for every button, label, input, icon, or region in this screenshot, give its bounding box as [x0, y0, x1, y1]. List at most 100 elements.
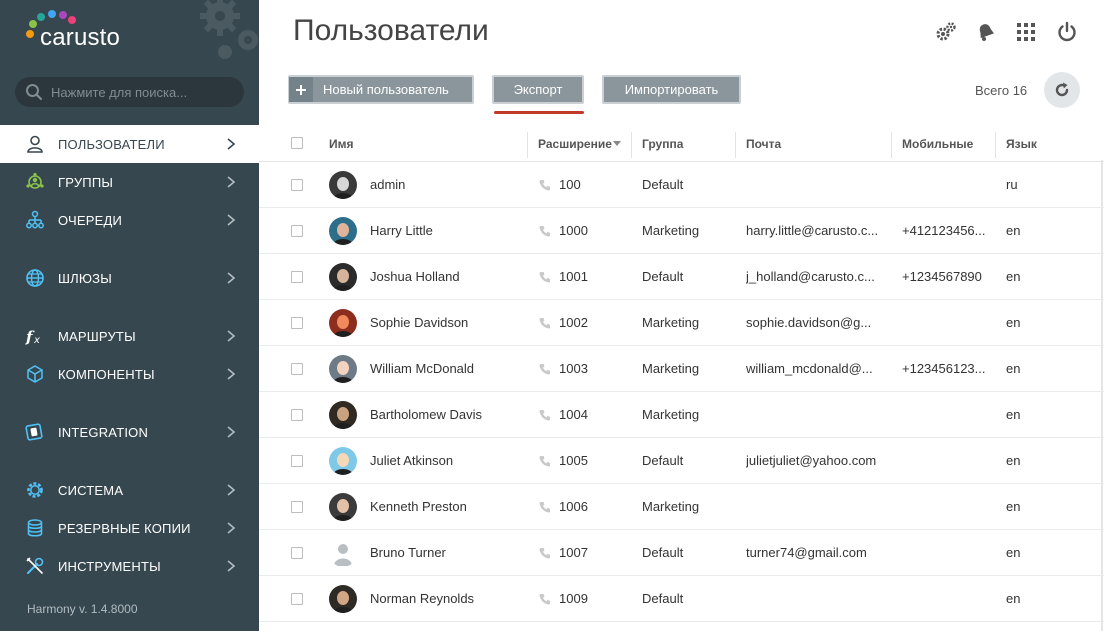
- avatar: [329, 217, 357, 245]
- row-checkbox[interactable]: [291, 593, 303, 605]
- sidebar-item-backups[interactable]: РЕЗЕРВНЫЕ КОПИИ: [0, 509, 259, 547]
- table-row[interactable]: admin 100 Default ru: [259, 162, 1104, 208]
- user-email: harry.little@carusto.c...: [746, 223, 879, 238]
- import-button[interactable]: Импортировать: [602, 75, 741, 104]
- user-name[interactable]: Joshua Holland: [370, 254, 525, 300]
- sidebar: carusto ПОЛЬЗОВАТЕЛИ: [0, 0, 259, 631]
- sidebar-item-queues[interactable]: ОЧЕРЕДИ: [0, 201, 259, 239]
- table-row[interactable]: Kenneth Preston 1006 Marketing en: [259, 484, 1104, 530]
- table-row[interactable]: Bartholomew Davis 1004 Marketing en: [259, 392, 1104, 438]
- user-name[interactable]: William McDonald: [370, 346, 525, 392]
- phone-icon: [539, 318, 550, 329]
- column-header-mobile[interactable]: Мобильные: [902, 126, 973, 162]
- brand-name: carusto: [40, 24, 121, 51]
- power-icon[interactable]: [1056, 21, 1078, 43]
- scrollbar-track[interactable]: [1101, 160, 1103, 631]
- row-checkbox[interactable]: [291, 363, 303, 375]
- sidebar-item-label: СИСТЕМА: [58, 482, 124, 498]
- user-email: william_mcdonald@...: [746, 361, 873, 376]
- column-header-group[interactable]: Группа: [642, 126, 683, 162]
- sidebar-item-system[interactable]: СИСТЕМА: [0, 471, 259, 509]
- chevron-right-icon: [227, 272, 236, 284]
- table-row[interactable]: Bruno Turner 1007 Default turner74@gmail…: [259, 530, 1104, 576]
- search-input[interactable]: [51, 84, 231, 100]
- column-divider: [891, 132, 892, 158]
- phone-icon: [539, 410, 550, 421]
- row-checkbox[interactable]: [291, 455, 303, 467]
- avatar: [329, 539, 357, 567]
- apps-grid-icon[interactable]: [1015, 21, 1037, 43]
- user-email: [746, 162, 889, 208]
- table-row[interactable]: Juliet Atkinson 1005 Default julietjulie…: [259, 438, 1104, 484]
- user-extension: 1004: [559, 407, 588, 422]
- column-header-name[interactable]: Имя: [329, 126, 354, 162]
- column-header-language[interactable]: Язык: [1006, 126, 1037, 162]
- user-group: Marketing: [642, 361, 700, 376]
- settings-icon[interactable]: [935, 21, 957, 43]
- sidebar-item-tools[interactable]: ИНСТРУМЕНТЫ: [0, 547, 259, 585]
- sidebar-item-label: ИНСТРУМЕНТЫ: [58, 558, 161, 574]
- row-checkbox[interactable]: [291, 547, 303, 559]
- queue-icon: [26, 210, 44, 229]
- user-name[interactable]: Bartholomew Davis: [370, 392, 525, 438]
- export-button[interactable]: Экспорт: [492, 75, 584, 104]
- user-group: Marketing: [642, 407, 700, 422]
- table-row[interactable]: Norman Reynolds 1009 Default en: [259, 576, 1104, 622]
- user-language: en: [1006, 453, 1021, 468]
- user-name[interactable]: Norman Reynolds: [370, 576, 525, 622]
- row-checkbox[interactable]: [291, 179, 303, 191]
- user-group: Default: [642, 591, 684, 606]
- column-divider: [631, 132, 632, 158]
- select-all-checkbox[interactable]: [291, 137, 303, 149]
- integration-icon: [25, 423, 43, 441]
- table-row[interactable]: Sophie Davidson 1002 Marketing sophie.da…: [259, 300, 1104, 346]
- table-row[interactable]: William McDonald 1003 Marketing william_…: [259, 346, 1104, 392]
- table-header: Имя Расширение Группа Почта Мобильные Яз…: [259, 126, 1104, 162]
- user-name[interactable]: admin: [370, 162, 525, 208]
- notifications-icon[interactable]: [975, 21, 997, 43]
- column-header-email[interactable]: Почта: [746, 126, 781, 162]
- avatar: [329, 585, 357, 613]
- table-row[interactable]: Harry Little 1000 Marketing harry.little…: [259, 208, 1104, 254]
- user-email: turner74@gmail.com: [746, 545, 867, 560]
- row-checkbox[interactable]: [291, 225, 303, 237]
- column-header-extension[interactable]: Расширение: [538, 126, 612, 162]
- user-group: Marketing: [642, 223, 700, 238]
- row-checkbox[interactable]: [291, 271, 303, 283]
- tools-icon: [26, 557, 44, 574]
- new-user-button-label: Новый пользователь: [323, 82, 449, 97]
- sidebar-search: [15, 77, 244, 107]
- user-name[interactable]: Harry Little: [370, 208, 525, 254]
- chevron-right-icon: [227, 176, 236, 188]
- table-row[interactable]: Joshua Holland 1001 Default j_holland@ca…: [259, 254, 1104, 300]
- phone-icon: [539, 180, 550, 191]
- user-extension: 100: [559, 177, 581, 192]
- user-group: Default: [642, 269, 684, 284]
- sidebar-item-gateways[interactable]: ШЛЮЗЫ: [0, 259, 259, 297]
- user-name[interactable]: Kenneth Preston: [370, 484, 525, 530]
- sort-desc-icon[interactable]: [613, 141, 621, 147]
- row-checkbox[interactable]: [291, 409, 303, 421]
- user-name[interactable]: Juliet Atkinson: [370, 438, 525, 484]
- user-extension: 1007: [559, 545, 588, 560]
- sidebar-item-routes[interactable]: f x МАРШРУТЫ: [0, 317, 259, 355]
- sidebar-item-components[interactable]: КОМПОНЕНТЫ: [0, 355, 259, 393]
- user-extension: 1001: [559, 269, 588, 284]
- svg-text:x: x: [33, 335, 40, 346]
- row-checkbox[interactable]: [291, 317, 303, 329]
- sidebar-item-label: РЕЗЕРВНЫЕ КОПИИ: [58, 520, 191, 536]
- export-button-label: Экспорт: [513, 82, 563, 97]
- chevron-right-icon: [227, 426, 236, 438]
- column-divider: [735, 132, 736, 158]
- sidebar-item-groups[interactable]: ГРУППЫ: [0, 163, 259, 201]
- user-name[interactable]: Sophie Davidson: [370, 300, 525, 346]
- user-name[interactable]: Bruno Turner: [370, 530, 525, 576]
- user-mobile: [902, 392, 994, 438]
- export-active-indicator: [494, 111, 584, 114]
- new-user-button[interactable]: Новый пользователь: [288, 75, 474, 104]
- column-divider: [995, 132, 996, 158]
- row-checkbox[interactable]: [291, 501, 303, 513]
- sidebar-item-integration[interactable]: INTEGRATION: [0, 413, 259, 451]
- refresh-button[interactable]: [1044, 72, 1080, 108]
- sidebar-item-users[interactable]: ПОЛЬЗОВАТЕЛИ: [0, 125, 259, 163]
